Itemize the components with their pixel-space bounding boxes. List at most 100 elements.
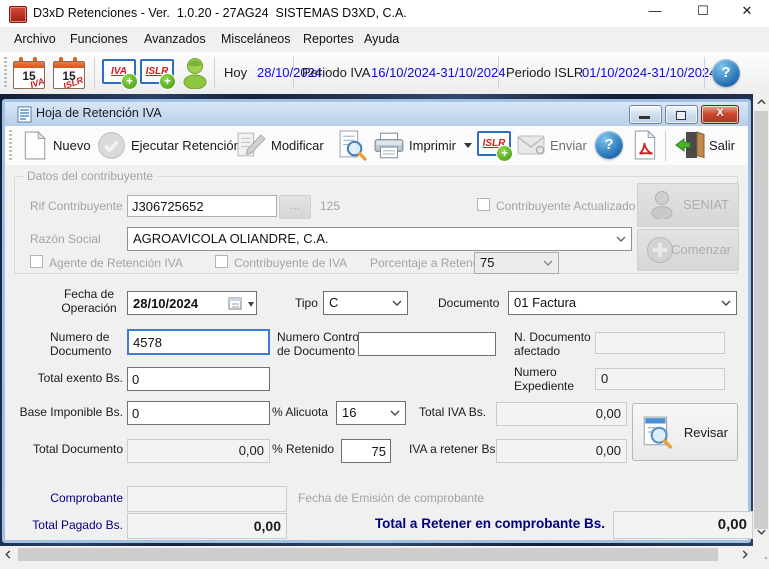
horizontal-scroll-thumb[interactable] — [18, 548, 718, 561]
user-icon[interactable] — [182, 57, 208, 89]
alicuota-combobox[interactable]: 16 — [336, 401, 406, 425]
base-imponible-input[interactable] — [127, 401, 270, 425]
close-button[interactable]: ✕ — [730, 0, 764, 22]
scroll-left-icon[interactable] — [0, 546, 16, 563]
alicuota-label: % Alicuota — [272, 405, 328, 419]
maximize-button[interactable]: ☐ — [686, 0, 720, 22]
child-toolbar: Nuevo Ejecutar Retención Modificar — [5, 126, 748, 166]
vertical-scroll-thumb[interactable] — [754, 111, 768, 529]
hoy-label: Hoy — [224, 65, 247, 80]
numero-documento-label: Numero de Documento — [50, 330, 125, 358]
modificar-button[interactable]: Modificar — [271, 138, 324, 153]
numero-control-label: Numero Control de Documento — [277, 330, 362, 358]
total-retener-label: Total a Retener en comprobante Bs. — [350, 516, 605, 531]
comenzar-button[interactable]: Comenzar — [637, 229, 739, 271]
modify-icon[interactable] — [236, 131, 267, 160]
scroll-right-icon[interactable] — [737, 546, 753, 563]
seniat-button[interactable]: SENIAT — [637, 183, 739, 227]
rif-label: Rif Contribuyente — [30, 199, 123, 213]
retenido-label: % Retenido — [272, 442, 334, 456]
child-minimize-button[interactable] — [629, 105, 662, 124]
actualizado-label: Contribuyente Actualizado — [496, 199, 635, 213]
total-exento-input[interactable] — [127, 367, 270, 391]
enviar-button[interactable]: Enviar — [550, 138, 587, 153]
chevron-down-icon — [390, 410, 400, 416]
nuevo-button[interactable]: Nuevo — [53, 138, 91, 153]
window-bottom-frame — [0, 563, 769, 569]
rif-browse-button[interactable]: ... — [279, 195, 311, 219]
child-close-button[interactable]: X — [701, 105, 739, 124]
document-icon — [17, 106, 32, 123]
groupbox-title: Datos del contribuyente — [23, 169, 157, 183]
menu-bar: Archivo Funciones Avanzados Misceláneos … — [0, 27, 769, 52]
revisar-button[interactable]: Revisar — [632, 403, 738, 461]
imprimir-dropdown-icon[interactable] — [464, 143, 472, 148]
chevron-down-icon — [721, 300, 731, 306]
menu-funciones[interactable]: Funciones — [70, 32, 128, 46]
retention-form: Datos del contribuyente Rif Contribuyent… — [5, 165, 748, 540]
new-iva-retention-icon[interactable]: IVA + — [102, 58, 138, 90]
contribuyente-iva-checkbox[interactable] — [215, 255, 228, 268]
help-button[interactable]: ? — [712, 59, 740, 87]
salir-button[interactable]: Salir — [709, 138, 735, 153]
child-window: Hoja de Retención IVA X Nuevo Ejecutar R… — [2, 99, 751, 543]
menu-archivo[interactable]: Archivo — [14, 32, 56, 46]
imprimir-button[interactable]: Imprimir — [409, 138, 456, 153]
total-exento-label: Total exento Bs. — [20, 371, 123, 385]
actualizado-checkbox[interactable] — [477, 198, 490, 211]
fecha-operacion-datepicker[interactable]: 28/10/2024 — [127, 291, 257, 315]
minimize-icon — [639, 116, 650, 119]
razon-social-combobox[interactable]: AGROAVICOLA OLIANDRE, C.A. — [127, 227, 632, 251]
new-document-icon[interactable] — [22, 131, 48, 160]
porcentaje-retener-combobox[interactable]: 75 — [474, 252, 559, 274]
toolbar-grip[interactable] — [9, 130, 12, 160]
ejecutar-retencion-button[interactable]: Ejecutar Retención — [131, 138, 241, 153]
close-icon: X — [702, 107, 738, 119]
menu-ayuda[interactable]: Ayuda — [364, 32, 399, 46]
porcentaje-retener-label: Porcentaje a Retener — [370, 256, 483, 270]
menu-miscelaneos[interactable]: Misceláneos — [221, 32, 290, 46]
iva-retener-label: IVA a retener Bs. — [409, 442, 499, 456]
retenido-input[interactable] — [341, 439, 391, 463]
periodo-iva-range: 16/10/2024-31/10/2024 — [371, 65, 505, 80]
new-islr-retention-icon[interactable]: ISLR + — [477, 130, 513, 162]
vertical-scrollbar[interactable] — [753, 94, 769, 546]
user-gray-icon — [650, 190, 674, 219]
total-pagado-label: Total Pagado Bs. — [20, 518, 123, 532]
separator — [704, 57, 705, 89]
execute-check-icon[interactable] — [97, 131, 126, 160]
scroll-down-icon[interactable] — [753, 529, 769, 546]
review-magnifier-icon — [641, 415, 673, 449]
child-restore-button[interactable] — [665, 105, 698, 124]
iva-retener-field: 0,00 — [496, 439, 627, 463]
base-imponible-label: Base Imponible Bs. — [13, 405, 123, 419]
scroll-up-icon[interactable] — [753, 94, 769, 111]
calendar-iva-icon[interactable]: 15 IVA — [12, 56, 46, 90]
pdf-icon[interactable] — [633, 130, 657, 160]
new-islr-retention-icon[interactable]: ISLR + — [140, 58, 176, 90]
exit-door-icon[interactable] — [673, 130, 705, 160]
total-pagado-field: 0,00 — [127, 513, 287, 539]
agente-retencion-checkbox[interactable] — [30, 255, 43, 268]
agente-retencion-label: Agente de Retención IVA — [49, 256, 183, 270]
calendar-islr-icon[interactable]: 15 ISLR — [52, 56, 86, 90]
rif-input[interactable] — [127, 195, 277, 217]
toolbar-grip[interactable] — [4, 57, 7, 89]
documento-combobox[interactable]: 01 Factura — [508, 291, 737, 315]
minimize-button[interactable]: — — [638, 0, 672, 22]
preview-icon[interactable] — [338, 130, 367, 161]
mail-icon[interactable] — [517, 135, 545, 155]
tipo-combobox[interactable]: C — [323, 291, 408, 315]
horizontal-scrollbar[interactable] — [0, 546, 753, 563]
menu-reportes[interactable]: Reportes — [303, 32, 354, 46]
chevron-down-icon — [392, 300, 402, 306]
total-iva-field: 0,00 — [496, 402, 627, 426]
contribuyente-iva-label: Contribuyente de IVA — [234, 256, 347, 270]
child-help-button[interactable]: ? — [595, 131, 623, 159]
numero-documento-input[interactable] — [127, 329, 270, 355]
printer-icon[interactable] — [373, 132, 405, 160]
numero-control-input[interactable] — [358, 332, 496, 356]
chevron-down-icon — [248, 302, 254, 307]
menu-avanzados[interactable]: Avanzados — [144, 32, 206, 46]
rif-code: 125 — [320, 199, 340, 213]
